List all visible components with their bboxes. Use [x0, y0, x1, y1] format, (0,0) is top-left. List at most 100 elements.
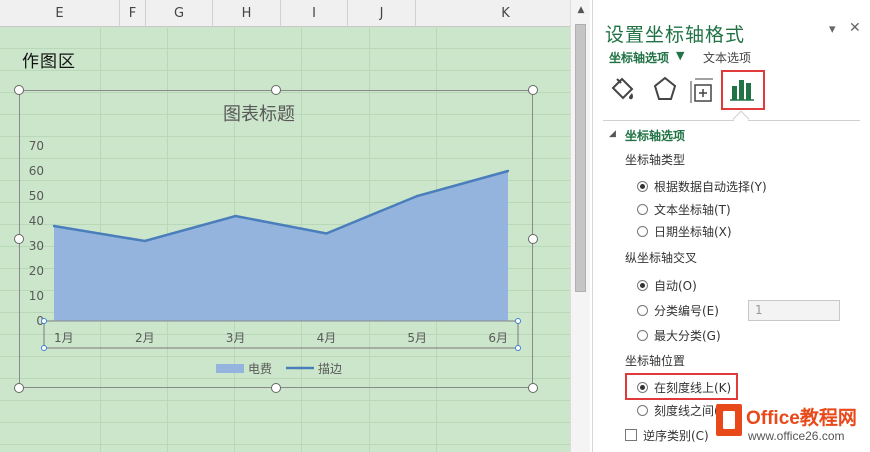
radio-cross-auto[interactable]: 自动(O): [637, 276, 697, 294]
y-axis-tick-labels[interactable]: 010203040506070: [29, 139, 44, 328]
column-header-bar: E F G H I J K: [0, 0, 570, 27]
office-logo-icon: [716, 404, 742, 436]
column-header-e[interactable]: E: [0, 0, 120, 27]
resize-handle-left[interactable]: [14, 234, 24, 244]
legend-label-line: 描边: [318, 362, 342, 376]
column-header-k[interactable]: K: [416, 0, 570, 27]
x-tick-label: 2月: [135, 331, 155, 345]
checkbox-reverse-order[interactable]: 逆序类别(C): [625, 426, 709, 444]
chart-title[interactable]: 图表标题: [223, 104, 295, 125]
data-point: [52, 224, 56, 228]
axis-selection-handle[interactable]: [41, 318, 47, 324]
radio-label: 分类编号(E): [654, 303, 719, 318]
tab-axis-options[interactable]: 坐标轴选项: [609, 49, 669, 66]
chart-object[interactable]: 图表标题 0 10 20 30 40 50 60 70 1月 2月 3月 4月 5月 6月 电费 描边: [19, 90, 533, 388]
radio-button[interactable]: [637, 279, 648, 291]
axis-selection-handle[interactable]: [515, 318, 521, 324]
column-header-i[interactable]: I: [281, 0, 348, 27]
section-axis-options[interactable]: 坐标轴选项: [625, 127, 685, 144]
x-tick-label: 6月: [488, 331, 508, 345]
tab-text-options[interactable]: 文本选项: [703, 49, 751, 66]
radio-on-tick-marks[interactable]: 在刻度线上(K): [637, 378, 731, 396]
column-header-f[interactable]: F: [120, 0, 146, 27]
y-tick-label: 60: [29, 164, 44, 178]
watermark-logo: Office教程网 www.office26.com: [714, 398, 870, 452]
worksheet[interactable]: E F G H I J K 作图区 图表标题 0 10 20 30 40 50 …: [0, 0, 570, 452]
radio-button[interactable]: [637, 304, 648, 316]
vertical-axis-crosses-label: 纵坐标轴交叉: [625, 251, 698, 265]
x-tick-label: 3月: [226, 331, 246, 345]
radio-text-axis[interactable]: 文本坐标轴(T): [637, 200, 731, 218]
data-point: [143, 239, 146, 243]
x-tick-label: 1月: [54, 331, 74, 345]
axis-selection-handle[interactable]: [515, 345, 521, 351]
axis-position-label: 坐标轴位置: [625, 354, 686, 368]
category-number-input[interactable]: 1: [748, 300, 840, 321]
radio-label: 文本坐标轴(T): [654, 202, 731, 217]
radio-label: 自动(O): [654, 278, 697, 293]
fill-line-icon[interactable]: [605, 71, 641, 109]
pane-divider: [603, 120, 860, 121]
chart-legend[interactable]: 电费 描边: [216, 362, 342, 376]
pane-divider-notch: [732, 110, 750, 128]
checkbox[interactable]: [625, 429, 637, 441]
grid-line: [0, 444, 570, 445]
axis-options-icon-selected[interactable]: [721, 70, 765, 110]
axis-selection-handle[interactable]: [41, 345, 47, 351]
pane-title: 设置坐标轴格式: [605, 24, 746, 46]
y-tick-label: 20: [29, 264, 44, 278]
series-area-fill[interactable]: [54, 171, 508, 321]
data-point: [506, 169, 510, 173]
effects-pentagon-icon[interactable]: [647, 71, 683, 109]
resize-handle-right[interactable]: [528, 234, 538, 244]
plot-area-label: 作图区: [22, 52, 76, 72]
legend-swatch-area: [216, 364, 244, 373]
tab-axis-options-caret-icon[interactable]: ▼: [676, 49, 684, 62]
radio-category-number[interactable]: 分类编号(E): [637, 301, 719, 319]
radio-date-axis[interactable]: 日期坐标轴(X): [637, 222, 732, 240]
y-tick-label: 50: [29, 189, 44, 203]
y-tick-label: 10: [29, 289, 44, 303]
radio-max-category[interactable]: 最大分类(G): [637, 326, 721, 344]
radio-label: 最大分类(G): [654, 328, 721, 343]
radio-button[interactable]: [637, 203, 648, 215]
scroll-up-arrow-icon[interactable]: ▲: [571, 2, 591, 18]
column-header-g[interactable]: G: [146, 0, 213, 27]
resize-handle-top-right[interactable]: [528, 85, 538, 95]
resize-handle-top[interactable]: [271, 85, 281, 95]
radio-button[interactable]: [637, 329, 648, 341]
radio-button[interactable]: [637, 381, 648, 393]
resize-handle-top-left[interactable]: [14, 85, 24, 95]
resize-handle-bottom[interactable]: [271, 383, 281, 393]
column-header-j[interactable]: J: [348, 0, 416, 27]
radio-button[interactable]: [637, 404, 648, 416]
column-header-h[interactable]: H: [213, 0, 281, 27]
radio-label: 根据数据自动选择(Y): [654, 179, 767, 194]
legend-label-area: 电费: [248, 362, 272, 376]
format-axis-pane: 设置坐标轴格式 ▾ ✕ 坐标轴选项 ▼ 文本选项 ◢ 坐标轴选项 坐标轴类型 根…: [592, 0, 870, 452]
pane-close-icon[interactable]: ✕: [849, 20, 861, 36]
size-properties-icon[interactable]: [685, 71, 721, 109]
pane-options-dropdown-icon[interactable]: ▾: [829, 22, 836, 37]
data-point: [325, 232, 328, 235]
resize-handle-bottom-left[interactable]: [14, 383, 24, 393]
y-tick-label: 70: [29, 139, 44, 153]
radio-auto-select[interactable]: 根据数据自动选择(Y): [637, 177, 767, 195]
x-axis-tick-labels[interactable]: 1月 2月 3月 4月 5月 6月: [54, 331, 508, 345]
checkbox-label: 逆序类别(C): [643, 428, 709, 443]
chart-canvas[interactable]: 图表标题 010203040506070 1月 2月 3月 4月 5月 6月 电费 描边: [20, 91, 534, 389]
vertical-scrollbar[interactable]: ▲: [570, 0, 590, 452]
y-tick-label: 40: [29, 214, 44, 228]
scroll-thumb[interactable]: [575, 24, 586, 292]
grid-line: [0, 70, 570, 71]
x-axis-selection-box[interactable]: [43, 320, 519, 349]
section-collapse-icon[interactable]: ◢: [609, 129, 616, 139]
resize-handle-bottom-right[interactable]: [528, 383, 538, 393]
data-point: [416, 194, 419, 198]
radio-button[interactable]: [637, 180, 648, 192]
x-tick-label: 5月: [407, 331, 427, 345]
watermark-url: www.office26.com: [748, 429, 845, 443]
x-axis-handles[interactable]: [41, 318, 521, 351]
radio-button[interactable]: [637, 225, 648, 237]
axis-type-label: 坐标轴类型: [625, 153, 686, 167]
